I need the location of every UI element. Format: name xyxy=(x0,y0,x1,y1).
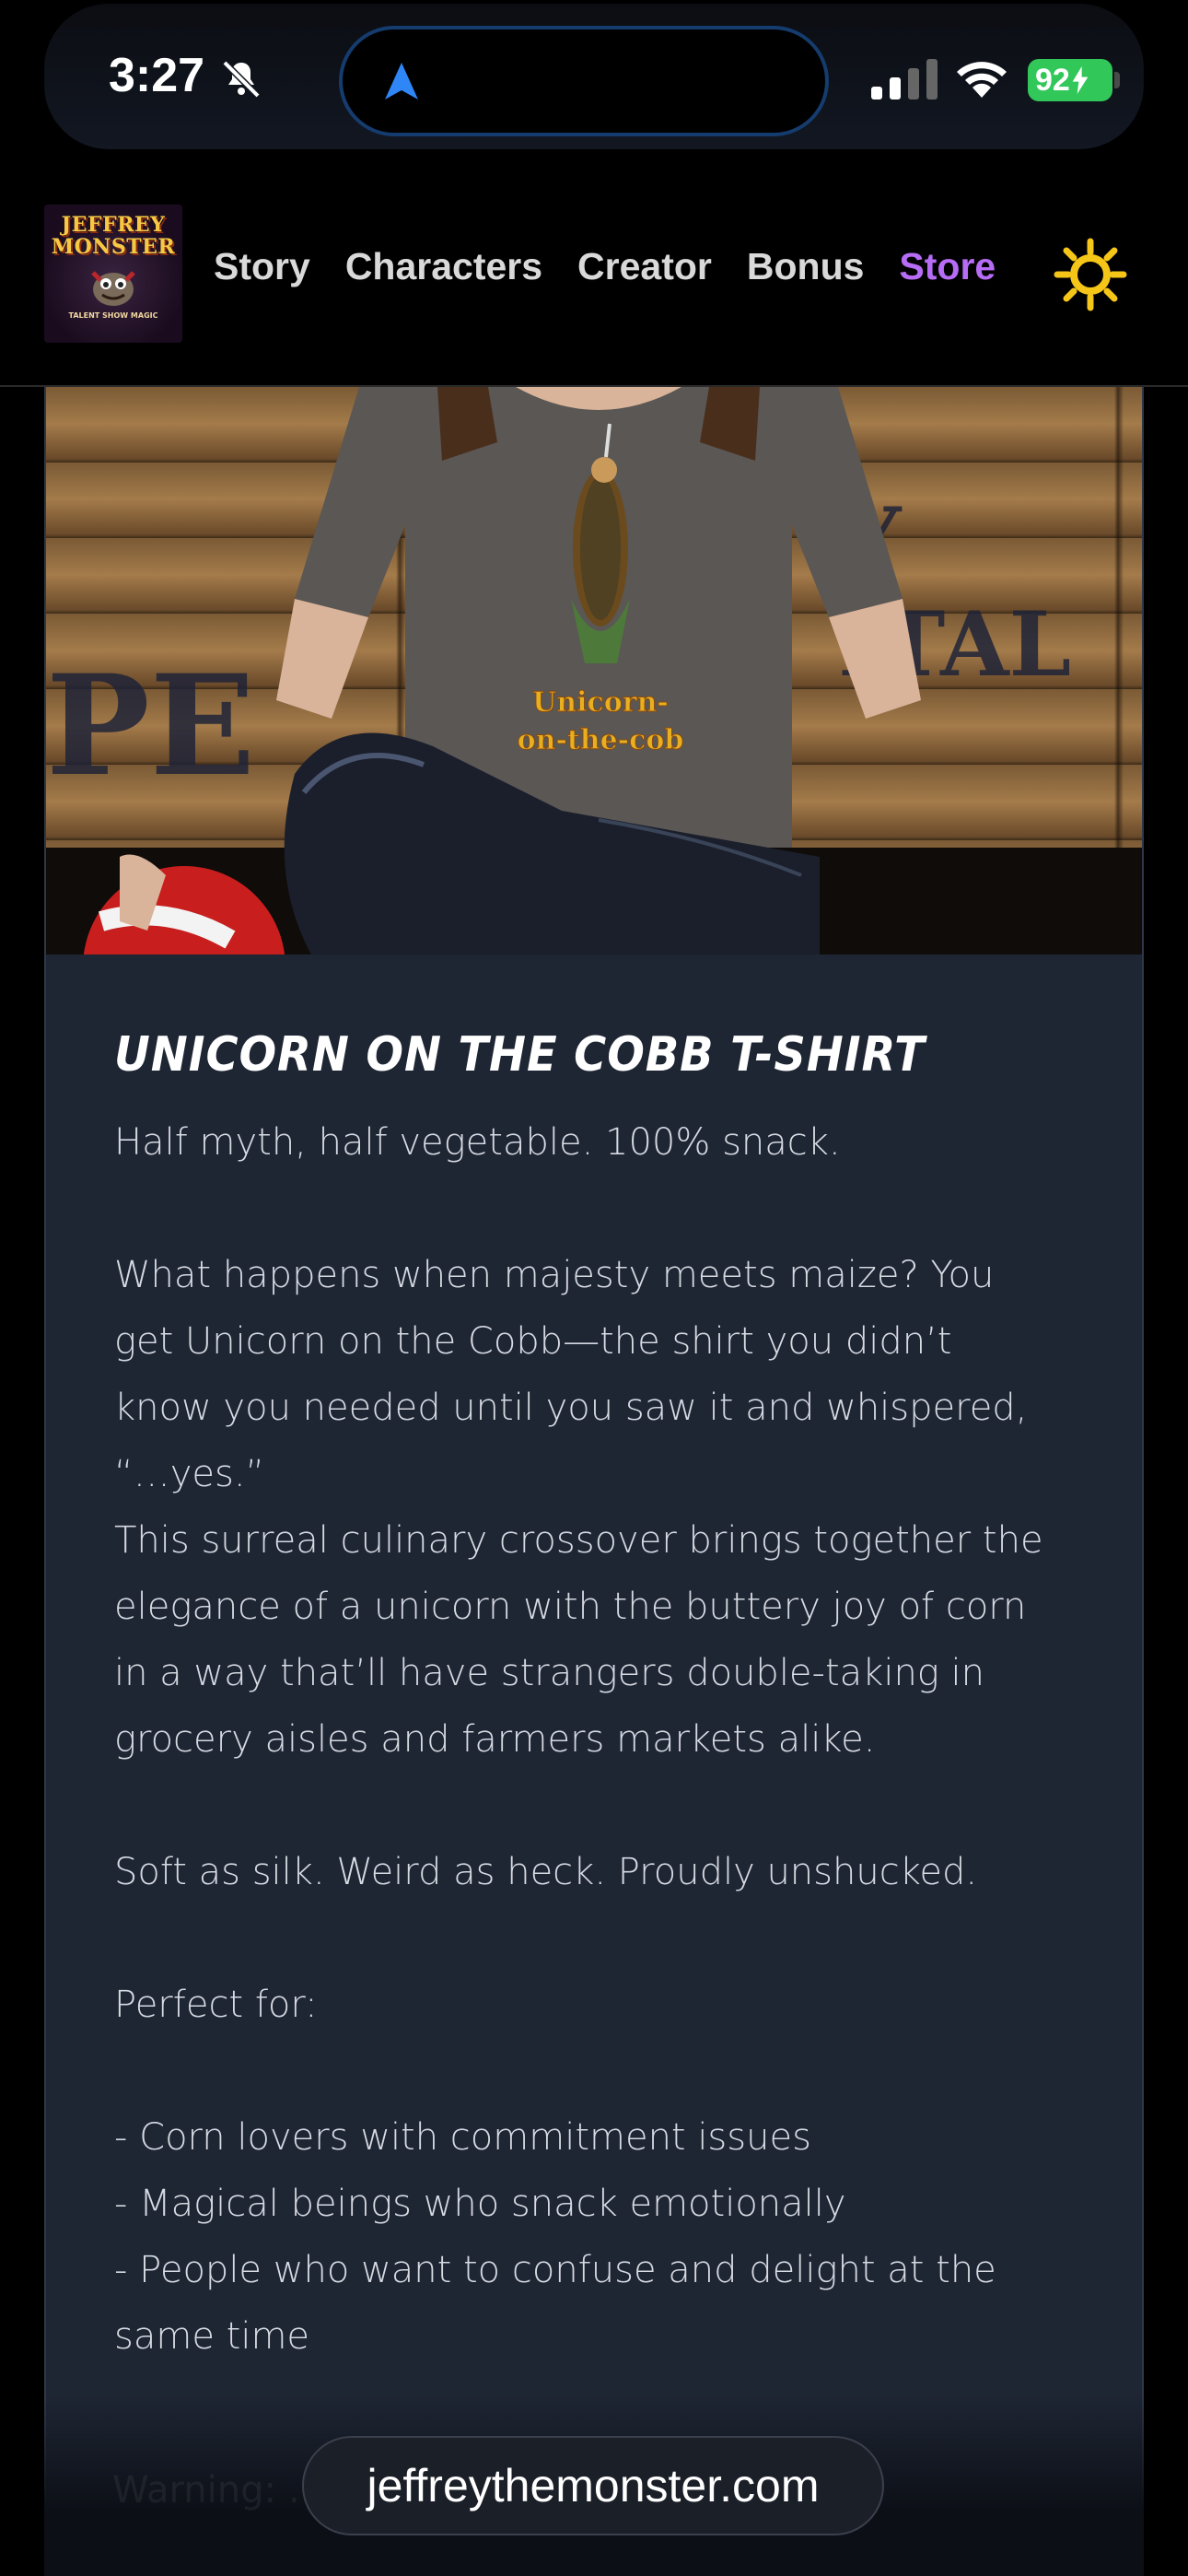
dynamic-island[interactable] xyxy=(339,26,829,136)
desc-line: elegance of a unicorn with the buttery j… xyxy=(114,1586,1027,1628)
desc-line: know you needed until you saw it and whi… xyxy=(114,1387,1028,1429)
nav-link-bonus[interactable]: Bonus xyxy=(747,245,865,288)
navigation-arrow-icon xyxy=(385,63,418,100)
url-text: jeffreythemonster.com xyxy=(367,2460,820,2512)
nav-link-store[interactable]: Store xyxy=(899,245,996,288)
wifi-icon xyxy=(957,62,1007,98)
warning-text-partial: Warning: … xyxy=(112,2469,325,2512)
logo-tagline: TALENT SHOW MAGIC xyxy=(68,311,158,320)
product-description: Half myth, half vegetable. 100% snack. W… xyxy=(114,1109,1090,2370)
bell-slash-icon xyxy=(222,60,261,99)
desc-line: This surreal culinary crossover brings t… xyxy=(114,1519,1043,1562)
battery-tip xyxy=(1114,72,1120,88)
desc-line: “…yes.” xyxy=(114,1453,265,1495)
product-card: PE Y ITAL Unicorn- on-the-cob xyxy=(44,387,1144,2576)
list-item: same time xyxy=(114,2315,310,2358)
battery-level: 92 xyxy=(1035,62,1070,98)
nav-link-story[interactable]: Story xyxy=(214,245,310,288)
url-bar[interactable]: jeffreythemonster.com xyxy=(302,2436,884,2535)
list-item: - Magical beings who snack emotionally xyxy=(114,2183,846,2225)
crate-stencil-left: PE xyxy=(46,645,256,807)
perfect-for-heading: Perfect for: xyxy=(114,1984,318,2026)
red-ball xyxy=(83,854,285,954)
site-header: JEFFREY MONSTER TALENT SHOW MAGIC Story … xyxy=(0,158,1188,387)
clock: 3:27 xyxy=(109,49,205,102)
logo-line2: MONSTER xyxy=(51,235,176,259)
desc-line: get Unicorn on the Cobb—the shirt you di… xyxy=(114,1320,952,1363)
monster-mascot-icon xyxy=(91,271,135,306)
status-bar: 3:27 92 xyxy=(0,0,1188,158)
logo-line1: JEFFREY xyxy=(61,213,166,237)
site-logo[interactable]: JEFFREY MONSTER TALENT SHOW MAGIC xyxy=(44,205,182,343)
sun-icon[interactable] xyxy=(1054,238,1127,311)
nav-link-characters[interactable]: Characters xyxy=(345,245,542,288)
desc-line: Soft as silk. Weird as heck. Proudly uns… xyxy=(114,1851,978,1893)
product-image[interactable]: PE Y ITAL Unicorn- on-the-cob xyxy=(46,387,1142,954)
desc-line: What happens when majesty meets maize? Y… xyxy=(114,1254,995,1296)
list-item: - Corn lovers with commitment issues xyxy=(114,2116,811,2159)
signal-icon xyxy=(871,59,938,100)
desc-line: in a way that’ll have strangers double-t… xyxy=(114,1652,984,1694)
battery-charging-icon: 92 xyxy=(1028,59,1112,101)
desc-line: grocery aisles and farmers markets alike… xyxy=(114,1718,876,1761)
product-title: UNICORN ON THE COBB T-SHIRT xyxy=(114,1027,926,1083)
nav-link-creator[interactable]: Creator xyxy=(577,245,712,288)
list-item: - People who want to confuse and delight… xyxy=(114,2249,996,2291)
product-tagline: Half myth, half vegetable. 100% snack. xyxy=(114,1121,841,1164)
main-nav: Story Characters Creator Bonus Store xyxy=(214,245,996,288)
